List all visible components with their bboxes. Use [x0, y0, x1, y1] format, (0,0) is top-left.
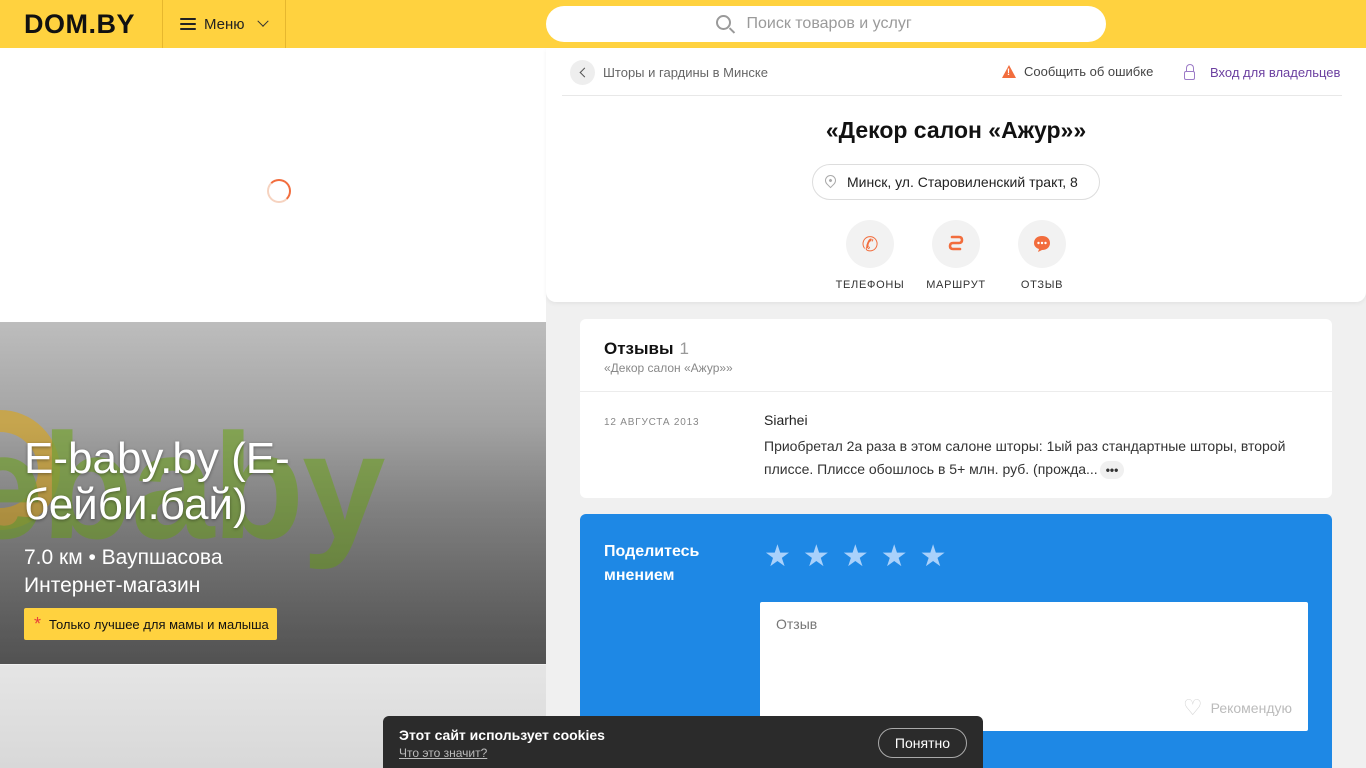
reviews-heading-label: Отзывы — [604, 339, 674, 358]
action-buttons: ✆ ТЕЛЕФОНЫ МАРШРУТ ОТЗЫВ — [546, 220, 1366, 291]
cookie-title: Этот сайт использует cookies — [399, 727, 605, 743]
star-icon[interactable]: ★ — [881, 542, 908, 572]
reviews-subtitle: «Декор салон «Ажур»» — [604, 361, 733, 375]
site-logo[interactable]: DOM.BY — [24, 9, 135, 40]
star-icon[interactable]: ★ — [764, 542, 791, 572]
cookie-banner: Этот сайт использует cookies Что это зна… — [383, 716, 983, 768]
route-button[interactable]: МАРШРУТ — [913, 220, 999, 291]
search-input[interactable] — [746, 15, 937, 33]
reviews-heading: Отзывы 1 — [604, 339, 689, 359]
report-error-label: Сообщить об ошибке — [1024, 64, 1154, 79]
route-icon — [932, 220, 980, 268]
chevron-down-icon — [256, 15, 269, 27]
phones-label: ТЕЛЕФОНЫ — [835, 279, 905, 291]
back-button[interactable] — [570, 60, 595, 85]
chevron-left-icon — [579, 67, 589, 78]
review-author[interactable]: Siarhei — [764, 412, 808, 428]
search-bar[interactable] — [546, 6, 1106, 42]
review-box: ♡ Рекомендую — [760, 602, 1308, 731]
hamburger-icon — [180, 18, 196, 30]
address-label: Минск, ул. Старовиленский тракт, 8 — [847, 174, 1078, 190]
star-icon[interactable]: ★ — [920, 542, 947, 572]
warning-icon — [1002, 65, 1016, 78]
review-text: Приобретал 2а раза в этом салоне шторы: … — [764, 435, 1304, 481]
phones-button[interactable]: ✆ ТЕЛЕФОНЫ — [827, 220, 913, 291]
reviews-count: 1 — [679, 339, 689, 358]
cookie-accept-button[interactable]: Понятно — [877, 728, 967, 758]
breadcrumb[interactable]: Шторы и гардины в Минске — [603, 65, 768, 80]
cookie-info-link[interactable]: Что это значит? — [399, 746, 487, 760]
promo-distance: 7.0 км • Ваупшасова — [24, 546, 223, 569]
review-date: 12 АВГУСТА 2013 — [604, 417, 700, 428]
route-label: МАРШРУТ — [926, 279, 986, 291]
map-pin-icon — [822, 172, 839, 189]
page-title: «Декор салон «Ажур»» — [825, 117, 1087, 143]
loading-spinner-icon — [267, 179, 291, 203]
review-textarea[interactable] — [776, 616, 1286, 686]
map-area[interactable] — [0, 48, 546, 322]
owner-login-label: Вход для владельцев — [1210, 65, 1341, 80]
asterisk-icon: * — [34, 614, 42, 634]
promo-badge: * Только лучшее для мамы и малыша — [24, 608, 277, 640]
review-label: ОТЗЫВ — [1020, 279, 1064, 291]
reviews-section: Отзывы 1 «Декор салон «Ажур»» 12 АВГУСТА … — [580, 319, 1332, 498]
expand-review-button[interactable]: ••• — [1099, 461, 1125, 480]
star-icon[interactable]: ★ — [842, 542, 869, 572]
star-icon[interactable]: ★ — [803, 542, 830, 572]
company-card: Шторы и гардины в Минске Сообщить об оши… — [546, 48, 1366, 302]
recommend-label: Рекомендую — [1210, 700, 1292, 716]
divider — [562, 95, 1342, 96]
divider — [580, 391, 1332, 392]
report-error-link[interactable]: Сообщить об ошибке — [1002, 64, 1153, 79]
promo-title[interactable]: E-baby.by (E-бейби.бай) — [24, 436, 444, 528]
opinion-title: Поделитесь мнением — [604, 543, 700, 584]
recommend-toggle[interactable]: ♡ Рекомендую — [1183, 697, 1292, 719]
search-icon — [715, 15, 731, 30]
phone-icon: ✆ — [846, 220, 894, 268]
menu-button[interactable]: Меню — [162, 0, 286, 48]
review-text-body: Приобретал 2а раза в этом салоне шторы: … — [764, 438, 1286, 477]
lock-icon — [1184, 63, 1195, 80]
address-button[interactable]: Минск, ул. Старовиленский тракт, 8 — [812, 164, 1100, 200]
write-review-button[interactable]: ОТЗЫВ — [999, 220, 1085, 291]
comment-icon — [1018, 220, 1066, 268]
promo-badge-label: Только лучшее для мамы и малыша — [49, 616, 269, 632]
heart-icon: ♡ — [1182, 695, 1203, 720]
top-header: DOM.BY Меню — [0, 0, 1366, 48]
promo-category: Интернет-магазин — [24, 574, 201, 597]
menu-label: Меню — [204, 15, 245, 33]
promo-card[interactable]: ebaby E-baby.by (E-бейби.бай) 7.0 км • В… — [0, 322, 546, 664]
owner-login-link[interactable]: Вход для владельцев — [1184, 63, 1341, 80]
rating-stars: ★ ★ ★ ★ ★ — [764, 542, 959, 572]
